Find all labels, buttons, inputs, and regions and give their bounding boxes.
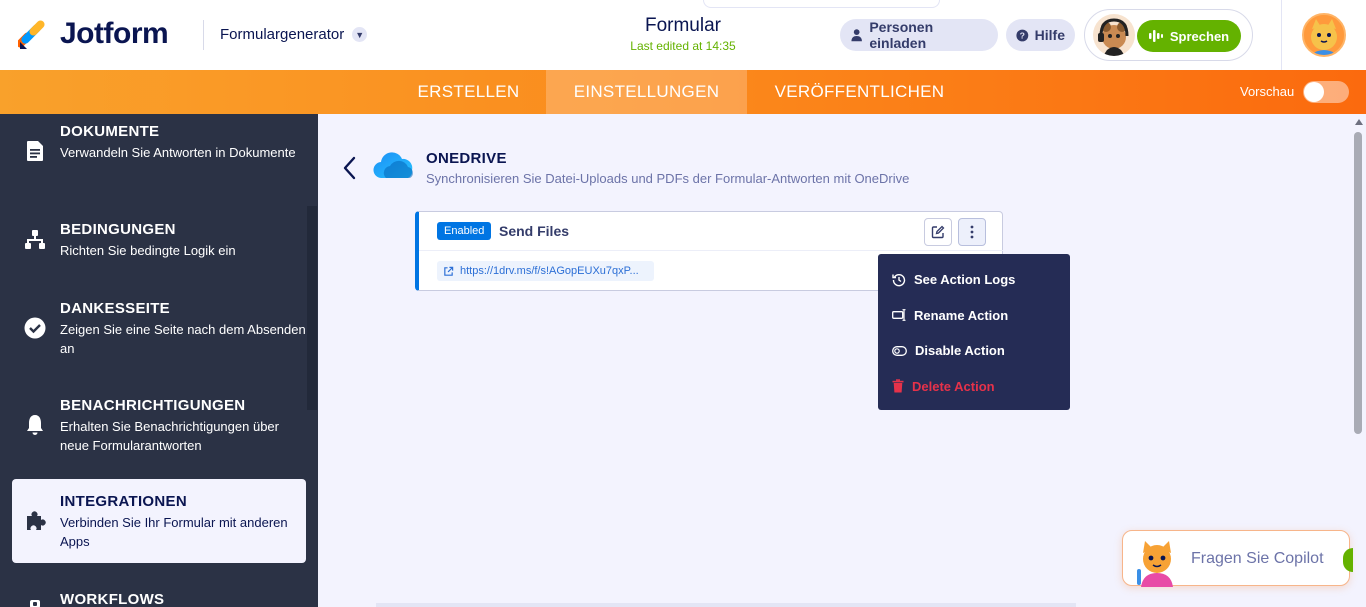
copilot-send-edge[interactable] — [1343, 548, 1353, 572]
sidebar-item-workflows[interactable]: WORKFLOWS — [12, 591, 306, 607]
tab-create[interactable]: ERSTELLEN — [395, 70, 542, 114]
sidebar-item-subtitle: Zeigen Sie eine Seite nach dem Absenden … — [60, 322, 306, 356]
more-options-button[interactable] — [958, 218, 986, 246]
user-avatar[interactable] — [1302, 13, 1346, 57]
last-edited-status: Last edited at 14:35 — [630, 39, 736, 53]
svg-text:?: ? — [1020, 30, 1025, 40]
jotform-logo[interactable]: Jotform — [18, 17, 169, 51]
action-context-menu: See Action Logs Rename Action Disable Ac… — [878, 254, 1070, 410]
sidebar-item-conditions[interactable]: BEDINGUNGEN Richten Sie bedingte Logik e… — [12, 221, 306, 260]
onedrive-link-text: https://1drv.ms/f/s!AGopEUXu7qxP... — [460, 265, 639, 277]
top-pull-tab[interactable] — [703, 0, 940, 8]
form-title[interactable]: Formular — [600, 15, 766, 37]
edit-action-button[interactable] — [924, 218, 952, 246]
sidebar-item-title: INTEGRATIONEN — [60, 493, 187, 510]
action-name: Send Files — [499, 223, 570, 239]
help-label: Hilfe — [1034, 27, 1065, 43]
preview-label: Vorschau — [1240, 84, 1295, 99]
sidebar-item-thankyou[interactable]: DANKESSEITE Zeigen Sie eine Seite nach d… — [12, 300, 306, 358]
preview-toggle-knob — [1304, 82, 1324, 102]
menu-rename-action[interactable]: Rename Action — [878, 298, 1070, 334]
ask-copilot-label: Fragen Sie Copilot — [1191, 550, 1324, 567]
speak-button[interactable]: Sprechen — [1137, 20, 1241, 52]
builder-label: Formulargenerator — [220, 26, 345, 43]
integration-description: Synchronisieren Sie Datei-Uploads und PD… — [426, 171, 910, 186]
help-button[interactable]: ? Hilfe — [1006, 19, 1075, 51]
voice-agent-panel: Sprechen — [1084, 9, 1253, 61]
document-icon — [24, 140, 46, 162]
copilot-cat-icon — [1137, 541, 1173, 587]
tab-publish[interactable]: VERÖFFENTLICHEN — [751, 70, 968, 114]
sidebar-item-subtitle: Verwandeln Sie Antworten in Dokumente — [60, 145, 296, 160]
conditions-icon — [24, 229, 46, 251]
menu-item-label: Delete Action — [912, 378, 995, 394]
bell-icon — [24, 414, 46, 436]
speak-label: Sprechen — [1169, 28, 1230, 44]
chevron-down-icon: ▼ — [352, 27, 368, 42]
sidebar-scrollbar[interactable] — [307, 206, 317, 410]
agent-avatar — [1093, 14, 1135, 56]
main-scrollbar-thumb[interactable] — [1354, 132, 1362, 434]
scroll-up-arrow-icon[interactable] — [1355, 119, 1363, 125]
status-badge: Enabled — [437, 222, 492, 240]
invite-people-label: Personen einladen — [869, 19, 934, 51]
sidebar-item-subtitle: Erhalten Sie Benachrichtigungen über neu… — [60, 419, 279, 453]
top-header: Jotform Formulargenerator ▼ Formular Las… — [0, 0, 1366, 70]
jotform-logo-icon — [18, 20, 45, 49]
help-icon: ? — [1016, 29, 1029, 41]
integration-title: ONEDRIVE — [426, 150, 507, 167]
user-icon — [851, 29, 862, 42]
sidebar-item-title: WORKFLOWS — [60, 591, 165, 607]
sidebar-item-documents[interactable]: DOKUMENTE Verwandeln Sie Antworten in Do… — [12, 123, 306, 162]
rename-icon — [892, 309, 906, 322]
invite-people-button[interactable]: Personen einladen — [840, 19, 998, 51]
header-divider — [203, 20, 204, 50]
history-icon — [892, 273, 906, 287]
ask-copilot-button[interactable]: Fragen Sie Copilot — [1122, 530, 1353, 587]
sidebar-item-notifications[interactable]: BENACHRICHTIGUNGEN Erhalten Sie Benachri… — [12, 397, 306, 455]
menu-disable-action[interactable]: Disable Action — [878, 333, 1070, 369]
toggle-off-icon — [892, 345, 907, 356]
sidebar-item-subtitle: Richten Sie bedingte Logik ein — [60, 243, 236, 258]
trash-icon — [892, 379, 904, 393]
settings-sidebar: DOKUMENTE Verwandeln Sie Antworten in Do… — [0, 114, 318, 607]
more-vertical-icon — [970, 225, 974, 239]
sidebar-item-title: DOKUMENTE — [60, 123, 160, 140]
menu-see-action-logs[interactable]: See Action Logs — [878, 262, 1070, 298]
menu-item-label: Disable Action — [915, 343, 1005, 359]
bottom-panel-edge — [376, 603, 1076, 607]
edit-icon — [931, 225, 945, 239]
preview-toggle[interactable] — [1303, 81, 1349, 103]
menu-item-label: See Action Logs — [914, 272, 1016, 288]
builder-navbar: ERSTELLEN EINSTELLUNGEN VERÖFFENTLICHEN — [0, 70, 1366, 114]
menu-delete-action[interactable]: Delete Action — [878, 369, 1070, 405]
soundwave-icon — [1148, 30, 1163, 42]
tab-settings[interactable]: EINSTELLUNGEN — [546, 70, 747, 114]
sidebar-item-title: BENACHRICHTIGUNGEN — [60, 397, 246, 414]
puzzle-icon — [24, 510, 46, 532]
back-arrow-icon[interactable] — [340, 155, 360, 181]
sidebar-item-title: BEDINGUNGEN — [60, 221, 176, 238]
sidebar-item-integrations[interactable]: INTEGRATIONEN Verbinden Sie Ihr Formular… — [12, 479, 306, 563]
brand-name: Jotform — [60, 17, 169, 50]
card-divider — [419, 250, 1003, 251]
check-circle-icon — [24, 317, 46, 339]
onedrive-logo-icon — [373, 152, 413, 179]
external-link-icon — [444, 266, 454, 276]
sidebar-item-title: DANKESSEITE — [60, 300, 170, 317]
workflow-icon — [24, 599, 46, 607]
sidebar-item-subtitle: Verbinden Sie Ihr Formular mit anderen A… — [60, 515, 288, 549]
onedrive-link[interactable]: https://1drv.ms/f/s!AGopEUXu7qxP... — [437, 261, 654, 281]
form-title-block: Formular Last edited at 14:35 — [600, 15, 766, 53]
builder-dropdown[interactable]: Formulargenerator ▼ — [220, 26, 368, 43]
header-divider-right — [1281, 0, 1282, 70]
menu-item-label: Rename Action — [914, 307, 1009, 323]
